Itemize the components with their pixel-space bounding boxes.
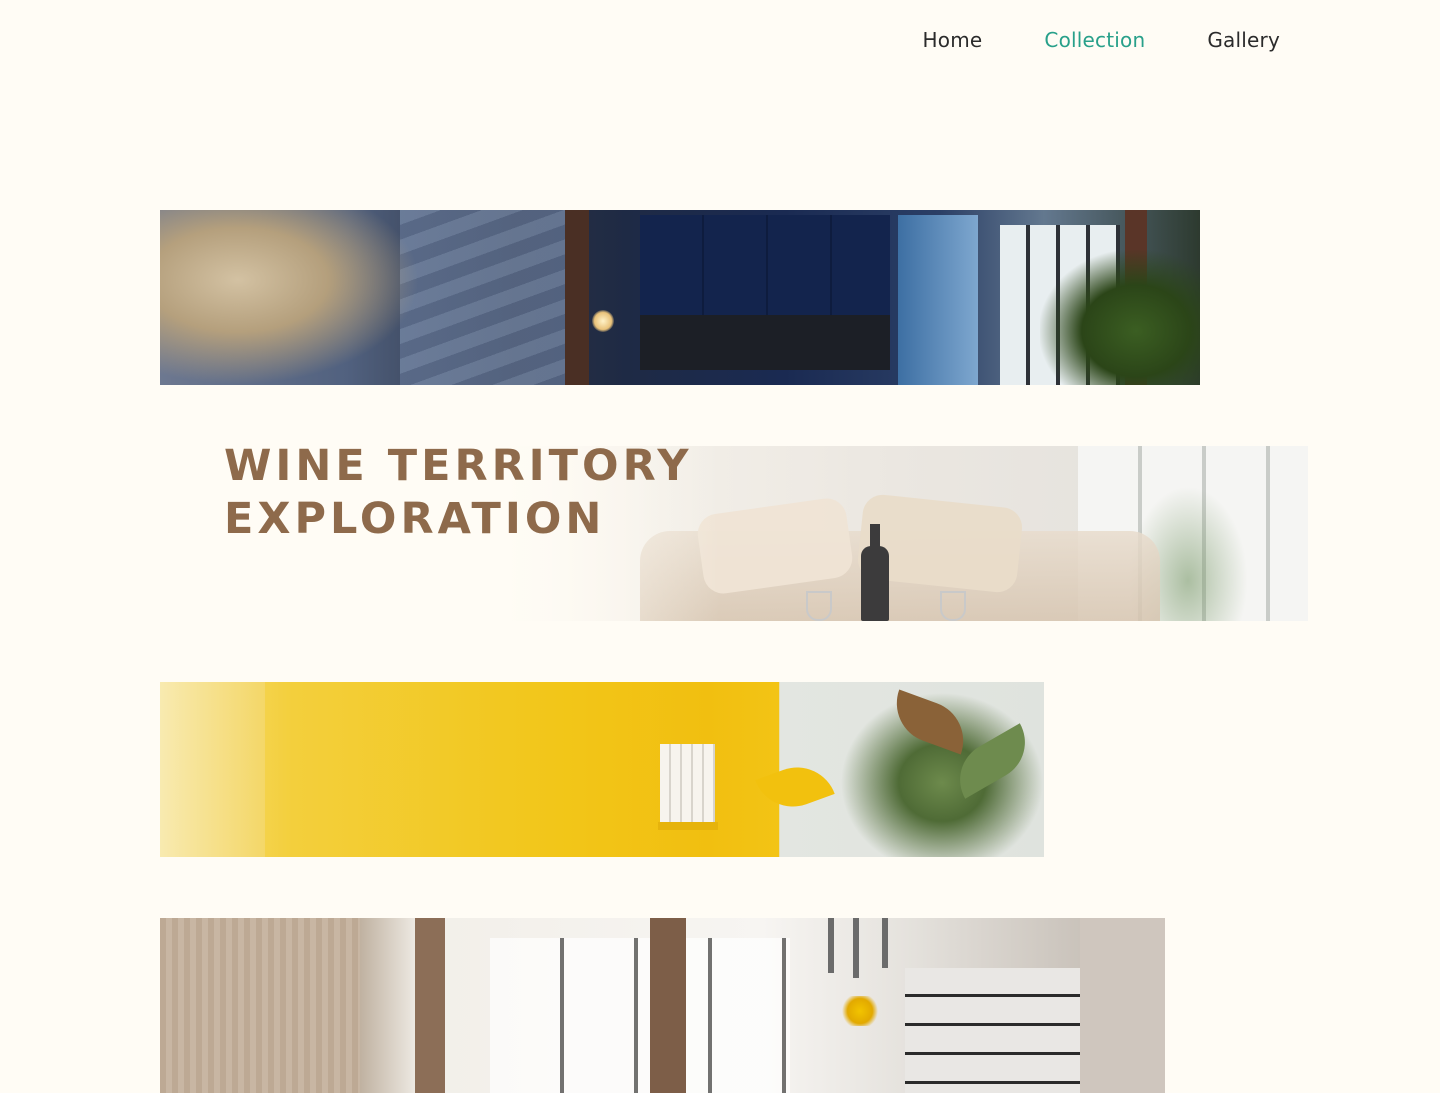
door-frame [160,682,265,857]
palm-plant [1040,250,1200,385]
books [660,744,715,822]
nav-collection[interactable]: Collection [1044,28,1145,52]
kitchen-cabinets [640,215,890,315]
main-nav: Home Collection Gallery [923,28,1280,52]
yellow-lamp [755,756,835,818]
drape [415,918,445,1093]
shelf [658,822,718,830]
wall [1080,918,1165,1093]
windows [490,938,790,1093]
pendant-light [853,918,859,978]
dark-blue-kitchen-photo[interactable] [160,210,1200,385]
floor-lamp [592,310,614,332]
wine-bottle [861,524,889,621]
wine-glass [806,591,832,621]
wine-glass [940,591,966,621]
staircase [400,210,580,385]
nav-home[interactable]: Home [923,28,983,52]
page-title: WINE TERRITORY EXPLORATION [224,441,693,544]
refrigerator [898,215,978,385]
backsplash [640,315,890,370]
bright-kitchen-photo[interactable] [160,918,1165,1093]
flowers [840,996,880,1026]
drape [650,918,686,1093]
wood-beam [565,210,589,385]
curtain [160,918,360,1093]
pendant-light [882,918,888,968]
kitchen-shelves [905,968,1080,1093]
nav-gallery[interactable]: Gallery [1207,28,1280,52]
pendant-light [828,918,834,973]
pampas-grass [160,210,420,385]
yellow-room-plant-photo[interactable] [160,682,1044,857]
